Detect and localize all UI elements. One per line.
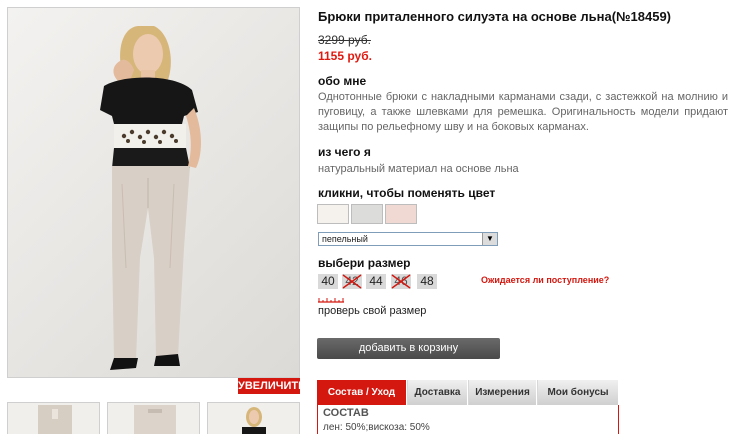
composition-text: лен: 50%;вискоза: 50% — [323, 422, 430, 433]
tab-panel: СОСТАВ лен: 50%;вискоза: 50% — [317, 405, 619, 434]
material-heading: из чего я — [318, 145, 371, 159]
color-swatch[interactable] — [385, 204, 417, 224]
await-stock-link[interactable]: Ожидается ли поступление? — [481, 275, 609, 285]
size-heading: выбери размер — [318, 256, 411, 270]
gallery-thumbnail[interactable] — [7, 402, 100, 434]
ruler-icon — [318, 298, 344, 303]
about-heading: обо мне — [318, 74, 367, 88]
about-text: Однотонные брюки с накладными карманами … — [318, 91, 728, 133]
gallery-thumbnail[interactable] — [107, 402, 200, 434]
tab-measurements[interactable]: Измерения — [469, 380, 537, 405]
composition-heading: СОСТАВ — [323, 407, 369, 419]
product-title: Брюки приталенного силуэта на основе льн… — [318, 9, 671, 24]
unavailable-cross-icon — [342, 274, 362, 289]
size-option-44[interactable]: 44 — [366, 274, 386, 289]
info-tabs: Состав / Уход Доставка Измерения Мои бон… — [317, 380, 619, 405]
dropdown-arrow-icon[interactable]: ▼ — [482, 233, 497, 245]
color-select-value: пепельный — [322, 234, 368, 244]
color-swatch[interactable] — [351, 204, 383, 224]
add-to-cart-button[interactable]: добавить в корзину — [317, 338, 500, 359]
color-select[interactable]: пепельный ▼ — [318, 232, 498, 246]
gallery-thumbnail[interactable] — [207, 402, 300, 434]
color-heading: кликни, чтобы поменять цвет — [318, 186, 496, 200]
size-option-40[interactable]: 40 — [318, 274, 338, 289]
color-swatch[interactable] — [317, 204, 349, 224]
tab-bonuses[interactable]: Мои бонусы — [538, 380, 619, 405]
size-option-46[interactable]: 46 — [391, 274, 411, 289]
zoom-button[interactable]: УВЕЛИЧИТЬ — [238, 378, 306, 394]
tab-composition[interactable]: Состав / Уход — [317, 380, 407, 405]
old-price: 3299 руб. — [318, 33, 371, 47]
sale-price: 1155 руб. — [318, 49, 372, 63]
unavailable-cross-icon — [391, 274, 411, 289]
material-text: натуральный материал на основе льна — [318, 163, 519, 175]
size-option-42[interactable]: 42 — [342, 274, 362, 289]
check-size-link[interactable]: проверь свой размер — [318, 305, 426, 317]
size-option-48[interactable]: 48 — [417, 274, 437, 289]
tab-delivery[interactable]: Доставка — [408, 380, 468, 405]
product-photo[interactable] — [7, 7, 300, 378]
